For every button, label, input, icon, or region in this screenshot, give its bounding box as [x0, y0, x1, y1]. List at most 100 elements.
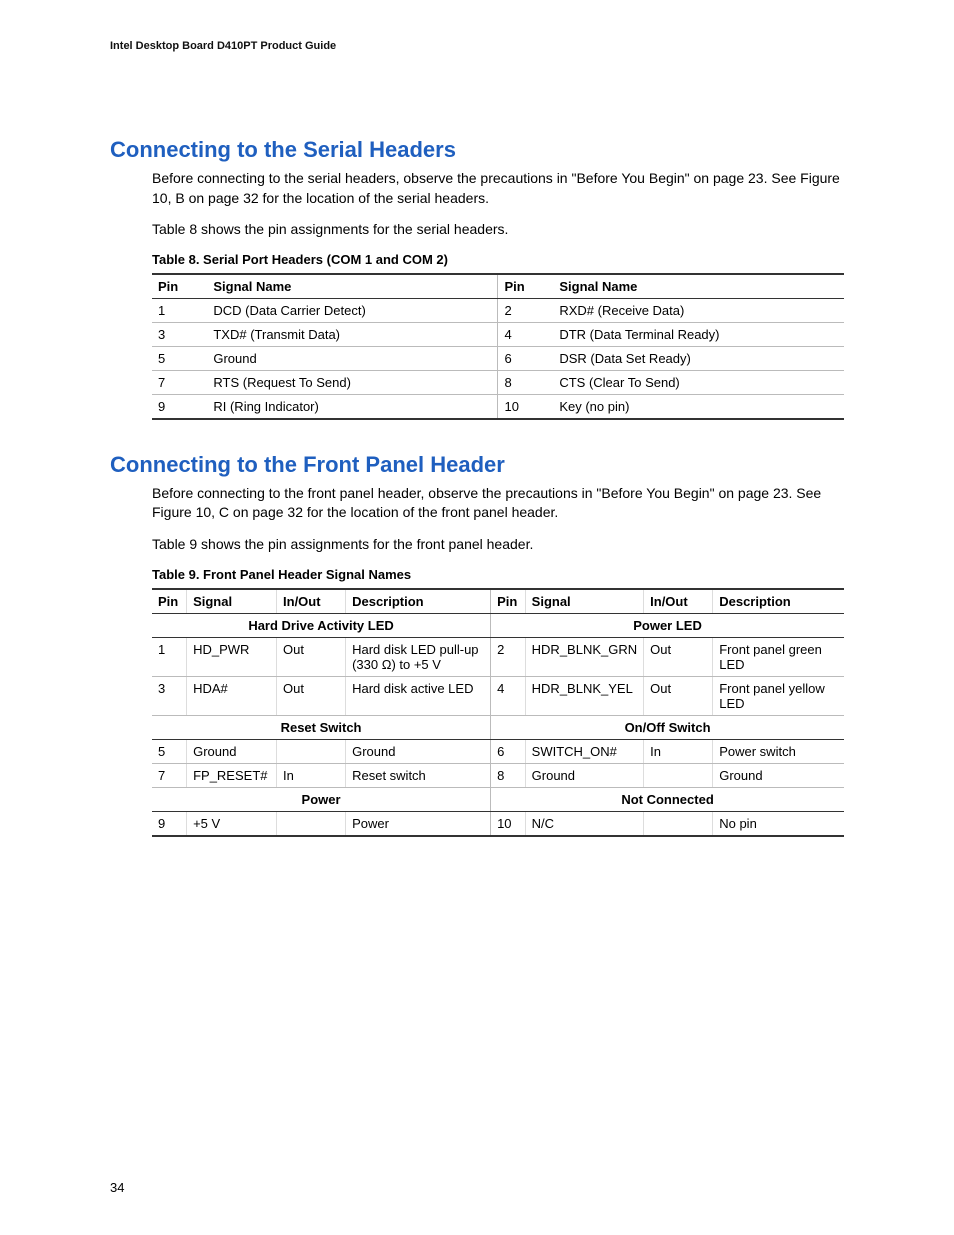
table-cell [644, 811, 713, 836]
table-row: 9RI (Ring Indicator)10Key (no pin) [152, 394, 844, 419]
paragraph: Before connecting to the serial headers,… [110, 169, 844, 208]
paragraph: Table 9 shows the pin assignments for th… [110, 535, 844, 555]
table-cell: 3 [152, 322, 207, 346]
table-row: 7RTS (Request To Send)8CTS (Clear To Sen… [152, 370, 844, 394]
table-cell: RXD# (Receive Data) [553, 298, 844, 322]
col-header: Pin [498, 274, 553, 299]
table-cell: TXD# (Transmit Data) [207, 322, 498, 346]
group-label: Reset Switch [152, 715, 491, 739]
page-container: Intel Desktop Board D410PT Product Guide… [0, 0, 954, 1235]
col-header: Description [713, 589, 844, 614]
table-cell: Ground [713, 763, 844, 787]
col-header: Pin [491, 589, 526, 614]
table-cell: +5 V [187, 811, 277, 836]
table-cell: 5 [152, 739, 187, 763]
table-cell: Reset switch [346, 763, 491, 787]
paragraph: Table 8 shows the pin assignments for th… [110, 220, 844, 240]
table-serial-headers: Pin Signal Name Pin Signal Name 1DCD (Da… [152, 273, 844, 420]
table-cell: Ground [525, 763, 643, 787]
section-heading-front-panel: Connecting to the Front Panel Header [110, 452, 844, 478]
table-cell: Ground [187, 739, 277, 763]
table-cell: 10 [491, 811, 526, 836]
table-cell: N/C [525, 811, 643, 836]
table-cell: Hard disk active LED [346, 676, 491, 715]
col-header: Pin [152, 274, 207, 299]
table-cell: In [644, 739, 713, 763]
table-row: 9+5 VPower10N/CNo pin [152, 811, 844, 836]
table-cell: Power [346, 811, 491, 836]
table-cell: Power switch [713, 739, 844, 763]
page-number: 34 [110, 1180, 124, 1195]
table-row: 7FP_RESET#InReset switch8GroundGround [152, 763, 844, 787]
table-cell: DTR (Data Terminal Ready) [553, 322, 844, 346]
table-row: 3TXD# (Transmit Data)4DTR (Data Terminal… [152, 322, 844, 346]
col-header: Description [346, 589, 491, 614]
table-row: 1HD_PWROutHard disk LED pull-up (330 Ω) … [152, 637, 844, 676]
table-cell: Out [277, 637, 346, 676]
table-group-header: Hard Drive Activity LEDPower LED [152, 613, 844, 637]
table-cell: 2 [498, 298, 553, 322]
table-caption: Table 8. Serial Port Headers (COM 1 and … [152, 252, 844, 267]
table-group-header: PowerNot Connected [152, 787, 844, 811]
table-row: 3HDA#OutHard disk active LED4HDR_BLNK_YE… [152, 676, 844, 715]
table-cell: 3 [152, 676, 187, 715]
table-cell: 8 [498, 370, 553, 394]
table-cell: Ground [207, 346, 498, 370]
table-row: 5Ground6DSR (Data Set Ready) [152, 346, 844, 370]
table-cell: Hard disk LED pull-up (330 Ω) to +5 V [346, 637, 491, 676]
table-cell: No pin [713, 811, 844, 836]
group-label: Not Connected [491, 787, 844, 811]
group-label: Hard Drive Activity LED [152, 613, 491, 637]
table-row: 5GroundGround6SWITCH_ON#InPower switch [152, 739, 844, 763]
group-label: On/Off Switch [491, 715, 844, 739]
col-header: Pin [152, 589, 187, 614]
table-cell: 4 [491, 676, 526, 715]
table-cell: 5 [152, 346, 207, 370]
table-cell: HD_PWR [187, 637, 277, 676]
paragraph: Before connecting to the front panel hea… [110, 484, 844, 523]
table-header-row: Pin Signal Name Pin Signal Name [152, 274, 844, 299]
table-cell: 7 [152, 763, 187, 787]
col-header: In/Out [277, 589, 346, 614]
table-header-row: Pin Signal In/Out Description Pin Signal… [152, 589, 844, 614]
col-header: Signal [187, 589, 277, 614]
table-cell: Out [644, 637, 713, 676]
table-cell: FP_RESET# [187, 763, 277, 787]
table-front-panel: Pin Signal In/Out Description Pin Signal… [152, 588, 844, 837]
table-cell: RI (Ring Indicator) [207, 394, 498, 419]
section-heading-serial: Connecting to the Serial Headers [110, 137, 844, 163]
group-label: Power LED [491, 613, 844, 637]
table-cell: 10 [498, 394, 553, 419]
table-cell: SWITCH_ON# [525, 739, 643, 763]
col-header: Signal Name [207, 274, 498, 299]
table-cell: 6 [491, 739, 526, 763]
table-cell: 2 [491, 637, 526, 676]
table-cell: 7 [152, 370, 207, 394]
table-cell: 1 [152, 298, 207, 322]
table-cell: CTS (Clear To Send) [553, 370, 844, 394]
table-cell: HDR_BLNK_YEL [525, 676, 643, 715]
table-cell [644, 763, 713, 787]
table-cell: Key (no pin) [553, 394, 844, 419]
table-cell: Front panel yellow LED [713, 676, 844, 715]
table-cell: 4 [498, 322, 553, 346]
table-cell: DCD (Data Carrier Detect) [207, 298, 498, 322]
table-cell: 1 [152, 637, 187, 676]
running-header: Intel Desktop Board D410PT Product Guide [110, 40, 844, 52]
group-label: Power [152, 787, 491, 811]
col-header: Signal [525, 589, 643, 614]
table-cell: HDA# [187, 676, 277, 715]
table-cell: In [277, 763, 346, 787]
table-cell: DSR (Data Set Ready) [553, 346, 844, 370]
table-cell: 9 [152, 394, 207, 419]
table-group-header: Reset SwitchOn/Off Switch [152, 715, 844, 739]
table-cell: Out [277, 676, 346, 715]
table-cell [277, 811, 346, 836]
table-cell: 6 [498, 346, 553, 370]
table-cell: Front panel green LED [713, 637, 844, 676]
table-caption: Table 9. Front Panel Header Signal Names [152, 567, 844, 582]
table-cell: RTS (Request To Send) [207, 370, 498, 394]
table-row: 1DCD (Data Carrier Detect)2RXD# (Receive… [152, 298, 844, 322]
table-cell: HDR_BLNK_GRN [525, 637, 643, 676]
table-cell [277, 739, 346, 763]
